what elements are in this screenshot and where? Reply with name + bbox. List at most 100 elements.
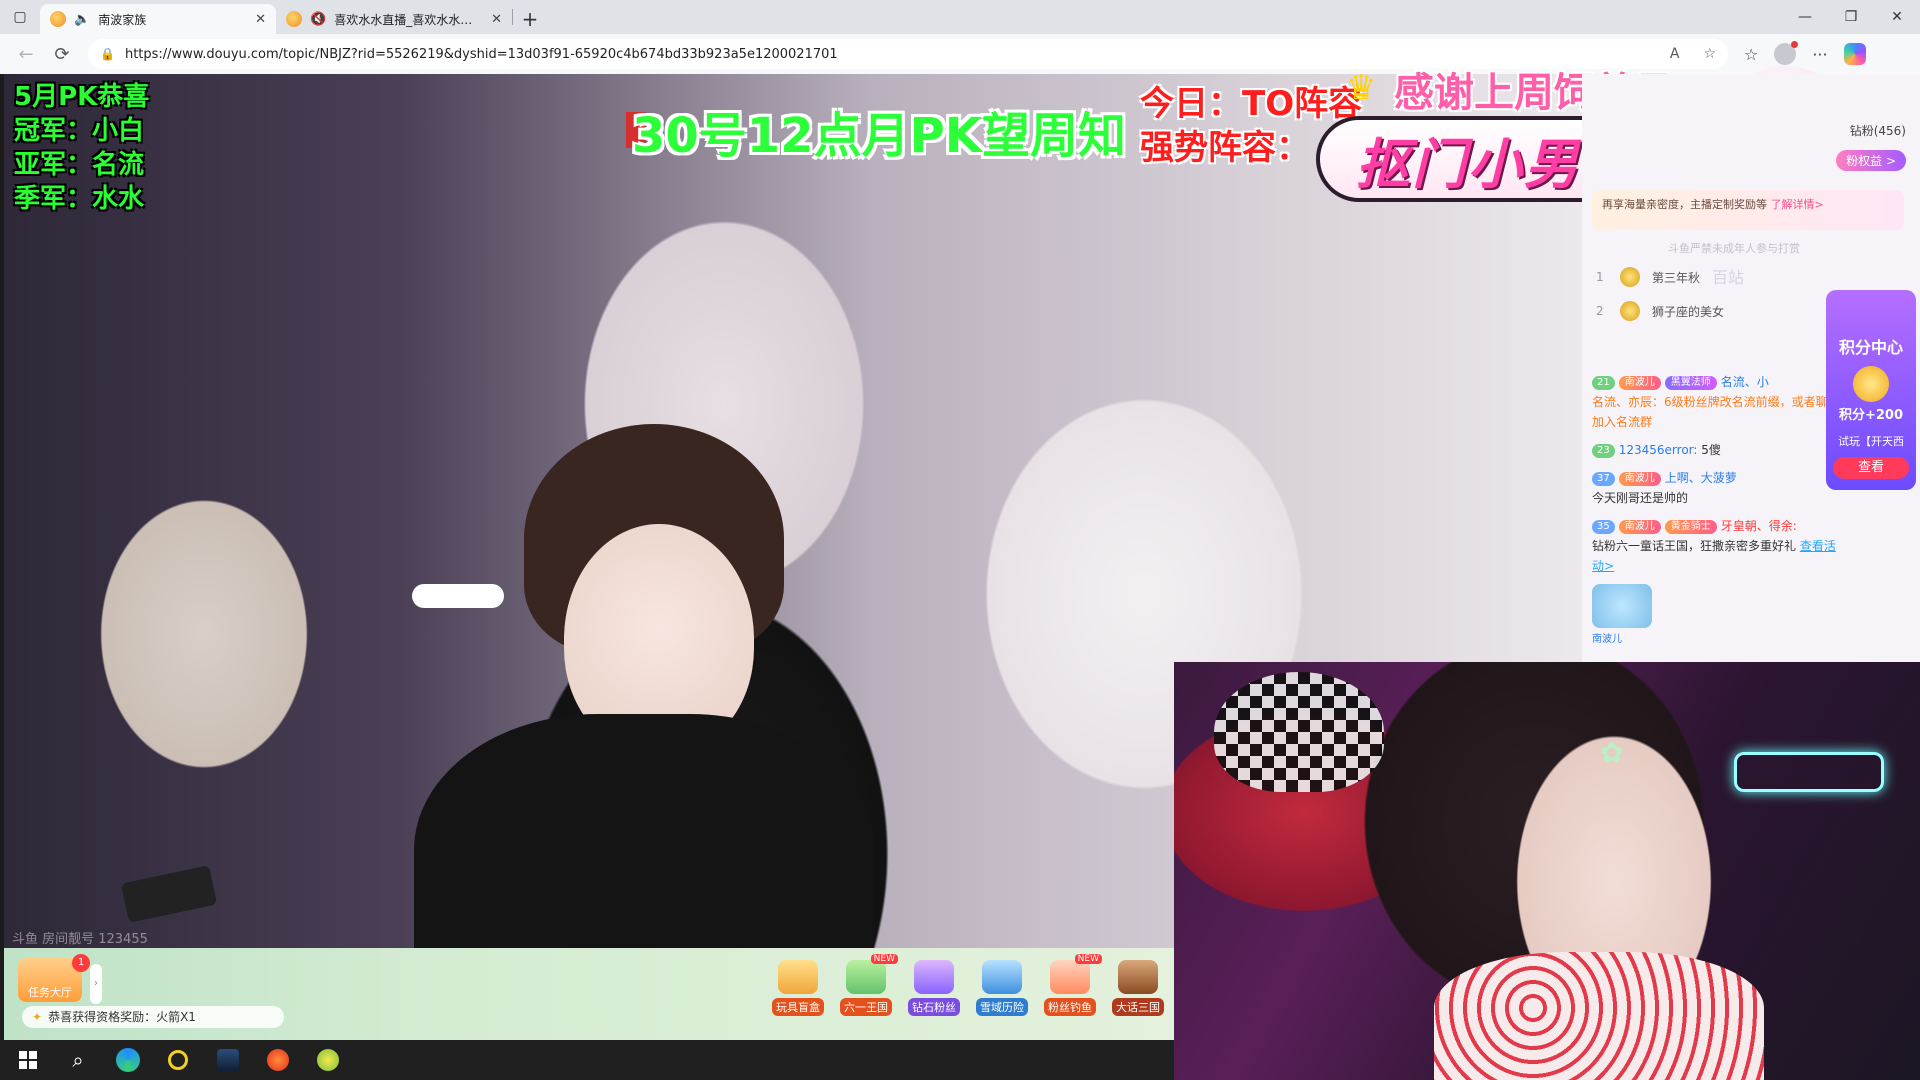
back-button[interactable]: ← (8, 44, 44, 65)
medal-icon (1620, 267, 1640, 287)
fan-badge: 南波儿 (1618, 471, 1661, 486)
level-badge: 37 (1592, 471, 1615, 486)
edge-icon (116, 1048, 140, 1072)
chat-nick[interactable]: 上啊、大菠萝 (1665, 471, 1737, 485)
pk-notice: 30号12点月PK望周知 (632, 108, 1126, 164)
tab-strip: ▢ 🔈 南波家族 ✕ 🔇 喜欢水水直播_喜欢水水直播 ✕ + — ❐ ✕ (0, 0, 1920, 34)
chat-text: 5傻 (1701, 443, 1721, 457)
minimize-button[interactable]: — (1782, 0, 1828, 34)
favorites-icon[interactable]: ☆ (1744, 45, 1758, 64)
pk-runner-up: 亚军：名流 (14, 150, 145, 180)
white-pill (412, 584, 504, 608)
points-try-text: 试玩【开天西 (1838, 435, 1904, 448)
ring-app-icon (168, 1050, 188, 1070)
coin-icon (1853, 366, 1889, 402)
pk-third: 季军：水水 (14, 184, 145, 214)
points-center[interactable]: 积分中心 积分+200 试玩【开天西 查看 (1826, 290, 1916, 490)
tab-actions-icon[interactable]: ▢ (0, 0, 40, 34)
task-hall-label: 任务大厅 (28, 986, 72, 999)
reward-text: 恭喜获得资格奖励：火箭X1 (48, 1010, 196, 1024)
gift-label: 粉丝钓鱼 (1044, 998, 1096, 1016)
search-icon[interactable]: ⌕ (58, 1040, 98, 1080)
start-button[interactable] (8, 1040, 48, 1080)
windows-logo-icon (19, 1051, 37, 1069)
tab-nanbo[interactable]: 🔈 南波家族 ✕ (40, 4, 276, 34)
app-terminal-button[interactable] (208, 1040, 248, 1080)
copilot-icon[interactable] (1843, 43, 1866, 65)
noble-badge: 黑翼法师 (1664, 375, 1717, 390)
pk-champion: 冠军：小白 (14, 116, 145, 146)
gift-icon (982, 960, 1022, 994)
new-badge: NEW (870, 954, 898, 964)
collapse-handle[interactable]: › (90, 964, 102, 1004)
neon-sign (1734, 752, 1884, 792)
rank-name: 第三年秋 (1652, 270, 1701, 285)
refresh-button[interactable]: ⟳ (44, 44, 80, 65)
reward-notice: ✦ 恭喜获得资格奖励：火箭X1 (22, 1006, 284, 1028)
sticker-label: 南波儿 (1592, 634, 1622, 645)
promo-text: 再享海量亲密度，主播定制奖励等 (1602, 198, 1767, 211)
rank-row[interactable]: 1 第三年秋 (1596, 266, 1700, 288)
pip-video[interactable]: ✿ (1174, 662, 1920, 1080)
task-hall-button[interactable]: 任务大厅 1 (18, 954, 90, 1002)
chat-message[interactable]: 23 123456error: 5傻 (1592, 440, 1842, 460)
chat-list: 21 南波儿 黑翼法师 名流、小 名流、亦辰：6级粉丝牌改名流前缀，或者聊我加入名流群… (1592, 372, 1842, 650)
rank-row[interactable]: 2 狮子座的美女 (1596, 300, 1724, 322)
task-badge: 1 (72, 954, 90, 972)
chat-message[interactable]: 21 南波儿 黑翼法师 名流、小 名流、亦辰：6级粉丝牌改名流前缀，或者聊我加入名流群 (1592, 372, 1842, 432)
checker-decor (1214, 672, 1384, 792)
noble-badge: 黄金骑士 (1664, 519, 1717, 534)
new-tab-button[interactable]: + (513, 4, 547, 34)
tab-title: 喜欢水水直播_喜欢水水直播 (334, 12, 484, 27)
chat-text: 名流、亦辰：6级粉丝牌改名流前缀，或者聊我加入名流群 (1592, 395, 1840, 429)
gift-label: 雪域历险 (976, 998, 1028, 1016)
gift-toy-box[interactable]: 玩具盲盒 (770, 960, 826, 1022)
tab-shuishui[interactable]: 🔇 喜欢水水直播_喜欢水水直播 ✕ (276, 4, 512, 34)
profile-avatar[interactable] (1774, 41, 1799, 65)
chat-nick[interactable]: 123456error: (1619, 443, 1698, 457)
fan-promo[interactable]: 再享海量亲密度，主播定制奖励等 了解详情> (1592, 190, 1904, 230)
level-badge: 21 (1592, 375, 1615, 390)
fan-rights-button[interactable]: 粉权益 > (1836, 150, 1906, 171)
gift-list: 玩具盲盒 NEW 六一王国 钻石粉丝 雪域历险 NEW 粉丝钓鱼 大话三国 (770, 954, 1166, 1022)
level-badge: 23 (1592, 443, 1615, 458)
chat-nick[interactable]: 名流、小 (1721, 375, 1769, 389)
gift-label: 六一王国 (840, 998, 892, 1016)
reward-icon: ✦ (32, 1010, 43, 1024)
app-ring-button[interactable] (158, 1040, 198, 1080)
fans-count[interactable]: 钻粉(456) (1850, 122, 1906, 139)
speaker-icon[interactable]: 🔈 (74, 12, 90, 27)
rank-number: 1 (1596, 270, 1604, 284)
app-ball-button[interactable] (308, 1040, 348, 1080)
gift-kingdom[interactable]: NEW 六一王国 (838, 954, 898, 1022)
favorite-star-icon[interactable]: ☆ (1703, 46, 1716, 62)
restore-button[interactable]: ❐ (1828, 0, 1874, 34)
app-red-button[interactable] (258, 1040, 298, 1080)
lock-icon[interactable]: 🔒 (100, 47, 115, 61)
ball-app-icon (317, 1049, 339, 1071)
fan-badge: 南波儿 (1618, 375, 1661, 390)
close-tab-icon[interactable]: ✕ (491, 12, 502, 27)
chat-message[interactable]: 37 南波儿 上啊、大菠萝 今天刚哥还是帅的 (1592, 468, 1842, 508)
gift-icon (1050, 960, 1090, 994)
points-view-button[interactable]: 查看 (1833, 457, 1909, 479)
close-window-button[interactable]: ✕ (1874, 0, 1920, 34)
more-menu-icon[interactable]: ··· (1812, 45, 1827, 64)
gift-snow-adventure[interactable]: 雪域历险 (974, 960, 1030, 1022)
chat-nick[interactable]: 牙皇朝、得余: (1721, 519, 1797, 533)
medal-icon (1620, 301, 1640, 321)
muted-speaker-icon[interactable]: 🔇 (310, 12, 326, 27)
gift-fan-fishing[interactable]: NEW 粉丝钓鱼 (1042, 954, 1102, 1022)
points-plus: 积分+200 (1838, 408, 1904, 423)
close-tab-icon[interactable]: ✕ (255, 12, 266, 27)
tab-title: 南波家族 (98, 12, 147, 27)
gift-diamond-fans[interactable]: 钻石粉丝 (906, 960, 962, 1022)
douyu-favicon-icon (50, 11, 66, 27)
edge-taskbar-button[interactable] (108, 1040, 148, 1080)
gift-label: 钻石粉丝 (908, 998, 960, 1016)
window-controls: — ❐ ✕ (1782, 0, 1920, 34)
gift-three-kingdoms[interactable]: 大话三国 (1110, 960, 1166, 1022)
promo-link[interactable]: 了解详情> (1771, 198, 1824, 211)
gift-icon (1118, 960, 1158, 994)
chat-message[interactable]: 35 南波儿 黄金骑士 牙皇朝、得余: 钻粉六一童话王国，狂撒亲密多重好礼 查看活动> (1592, 516, 1842, 576)
